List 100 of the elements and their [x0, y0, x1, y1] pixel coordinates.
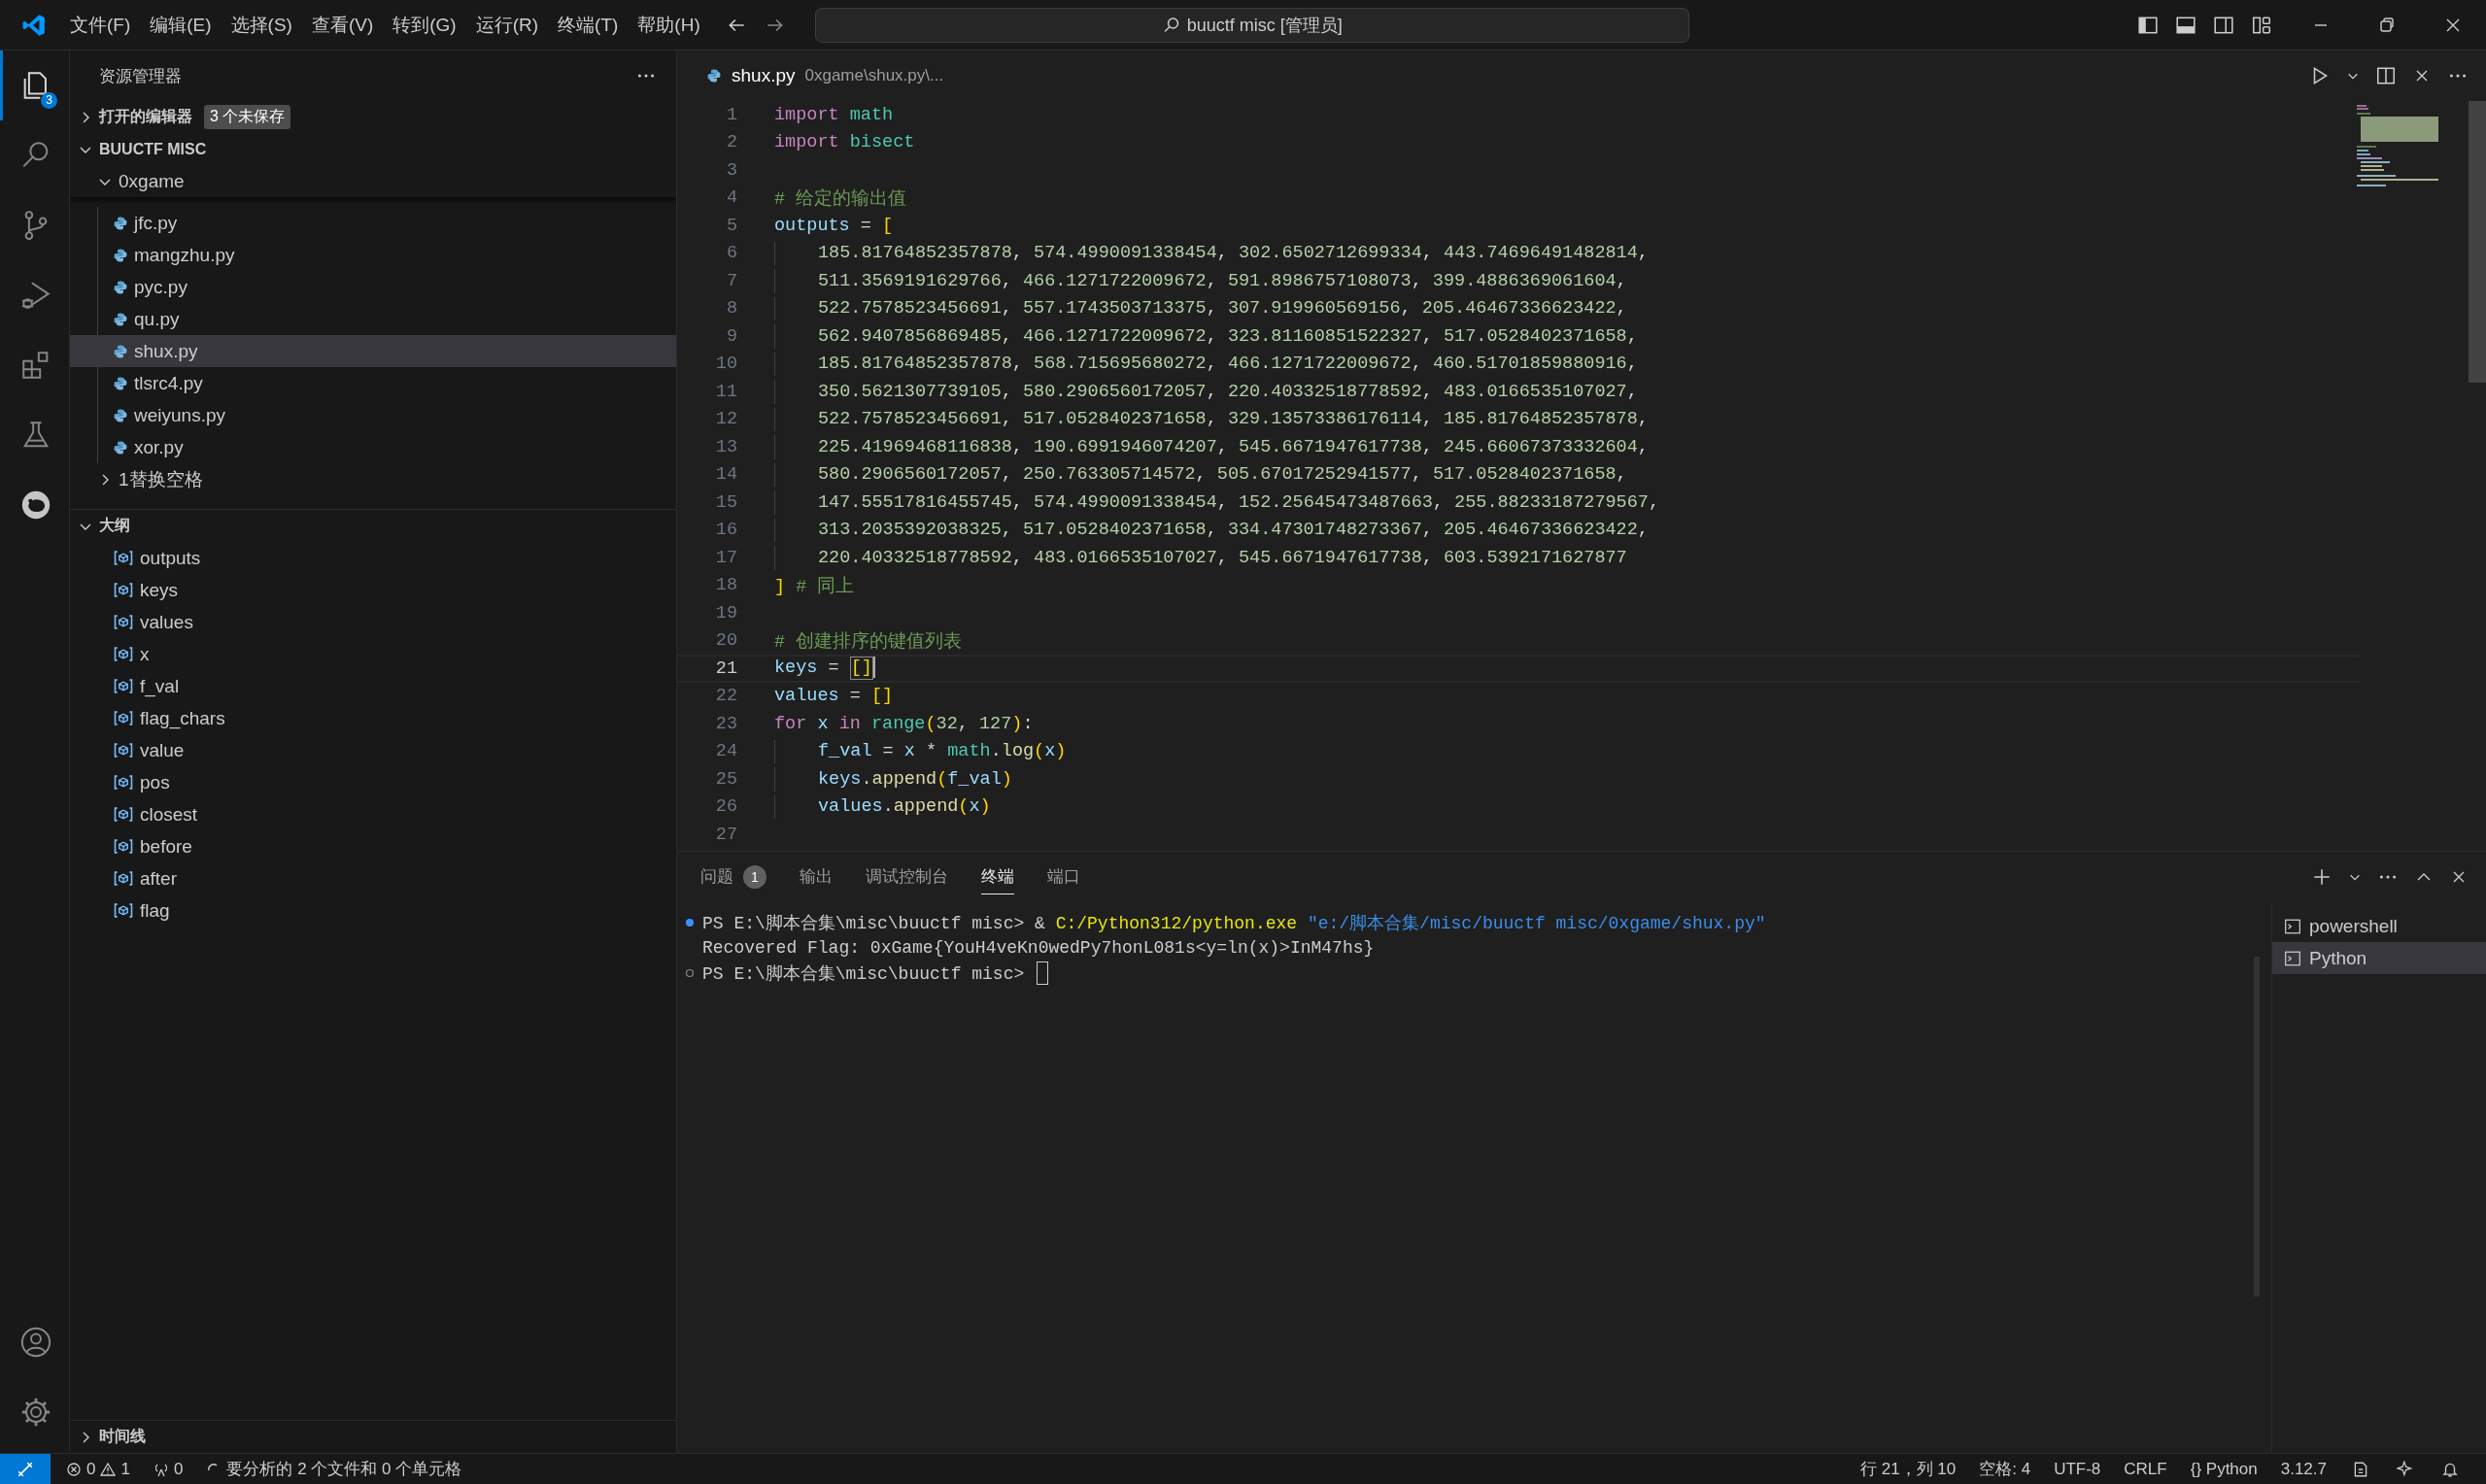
code-line: 220.40332518778592, 483.0166535107027, 545.6671947617738, 603.5392171627877: [818, 547, 1627, 568]
encoding-status[interactable]: UTF-8: [2046, 1459, 2109, 1479]
code-line: 350.5621307739105, 580.2906560172057, 220.40332518778592, 483.0166535107027,: [818, 381, 1638, 402]
code-line: 147.55517816455745, 574.4990091338454, 152.25645473487663, 255.88233187279567,: [818, 491, 1660, 513]
outline-item[interactable]: values: [70, 606, 676, 638]
terminal-line: Recovered Flag: 0xGame{YouH4veKn0wedPy7honL081s<y=ln(x)>InM47hs}: [702, 938, 1375, 958]
interpreter-version[interactable]: 3.12.7: [2272, 1459, 2334, 1479]
variable-icon: [113, 742, 134, 759]
code-line: values.append(x): [818, 796, 991, 818]
menu-item[interactable]: 查看(V): [303, 8, 382, 42]
outline-item[interactable]: flag_chars: [70, 702, 676, 734]
python-file-icon: [113, 439, 128, 455]
eol-status[interactable]: CRLF: [2116, 1459, 2175, 1479]
code-line: keys.append(f_val): [818, 768, 1012, 790]
outline-item[interactable]: closest: [70, 798, 676, 830]
menu-item[interactable]: 转到(G): [385, 8, 464, 42]
language-status[interactable]: {} Python: [2182, 1459, 2265, 1479]
cursor-position[interactable]: 行 21，列 10: [1852, 1458, 1964, 1480]
line-number: 14: [714, 464, 737, 486]
sidebar-title: 资源管理器: [99, 65, 182, 87]
line-number: 10: [714, 354, 737, 375]
account-icon[interactable]: [19, 1326, 52, 1359]
outline-item[interactable]: pos: [70, 766, 676, 798]
workspace-header[interactable]: BUUCTF MISC: [70, 133, 676, 165]
settings-icon[interactable]: [19, 1396, 52, 1429]
code-line: 185.81764852357878, 574.4990091338454, 302.6502712699334, 443.74696491482814,: [818, 243, 1649, 264]
outline-item[interactable]: x: [70, 638, 676, 670]
panel-tab[interactable]: 终端: [981, 860, 1014, 894]
line-number: 4: [725, 187, 737, 209]
outline-item[interactable]: outputs: [70, 542, 676, 574]
vscode-logo-icon: [21, 12, 47, 38]
code-line: keys = []: [774, 657, 875, 681]
panel-tab[interactable]: 问题 1: [700, 859, 766, 895]
menu-item[interactable]: 编辑(E): [142, 8, 220, 42]
remote-button[interactable]: [0, 1453, 51, 1484]
line-number: 21: [714, 658, 737, 679]
code-line: 562.9407856869485, 466.1271722009672, 323.81160851522327, 517.0528402371658,: [818, 325, 1638, 347]
outline-item[interactable]: after: [70, 862, 676, 894]
terminal-session[interactable]: powershell: [2272, 910, 2486, 942]
line-number: 11: [714, 381, 737, 402]
variable-icon: [113, 902, 134, 919]
outline-item[interactable]: value: [70, 734, 676, 766]
scrollbar[interactable]: [2469, 101, 2486, 383]
outline-item[interactable]: f_val: [70, 670, 676, 702]
folder-item[interactable]: 1替换空格: [70, 463, 676, 495]
section-label: 打开的编辑器: [99, 107, 192, 126]
folder-item[interactable]: 0xgame: [70, 165, 676, 197]
file-item[interactable]: tlsrc4.py: [70, 367, 676, 399]
indent-status[interactable]: 空格: 4: [1971, 1458, 2039, 1480]
variable-icon: [113, 550, 134, 566]
problems-status[interactable]: 0 1: [58, 1459, 138, 1479]
ports-status[interactable]: 0: [145, 1459, 191, 1479]
menu-item[interactable]: 帮助(H): [630, 8, 708, 42]
outline-item[interactable]: flag: [70, 894, 676, 927]
line-number: 13: [714, 436, 737, 457]
file-item[interactable]: pyc.py: [70, 271, 676, 303]
document-icon[interactable]: [2352, 1460, 2369, 1478]
code-line: outputs = [: [774, 215, 894, 236]
editor-tab[interactable]: shux.py 0xgame\shux.py\...: [706, 65, 944, 86]
line-number: 6: [725, 243, 737, 264]
line-number: 2: [725, 132, 737, 153]
panel-tab[interactable]: 调试控制台: [866, 860, 948, 894]
command-pending-icon[interactable]: [685, 968, 695, 978]
file-item[interactable]: jfc.py: [70, 207, 676, 239]
analysis-status[interactable]: 要分析的 2 个文件和 0 个单元格: [198, 1458, 470, 1480]
file-item[interactable]: mangzhu.py: [70, 239, 676, 271]
outline-header[interactable]: 大纲: [70, 510, 676, 542]
panel-tab[interactable]: 端口: [1047, 860, 1080, 894]
restore-icon[interactable]: [2377, 15, 2397, 35]
file-item[interactable]: qu.py: [70, 303, 676, 335]
menu-item[interactable]: 选择(S): [222, 8, 300, 42]
menu-item[interactable]: 运行(R): [467, 8, 547, 42]
file-item[interactable]: shux.py: [70, 335, 676, 367]
code-line: f_val = x * math.log(x): [818, 741, 1067, 762]
menu-item[interactable]: 文件(F): [62, 8, 139, 42]
command-success-icon[interactable]: [685, 918, 695, 928]
outline-item[interactable]: before: [70, 830, 676, 862]
command-center[interactable]: buuctf misc [管理员]: [814, 7, 1689, 43]
split-editor-icon[interactable]: [2375, 65, 2397, 86]
variable-icon: [113, 806, 134, 823]
sparkle-icon[interactable]: [2397, 1460, 2414, 1478]
notification-badge: 3: [41, 92, 57, 109]
code-line: ] # 同上: [774, 575, 855, 598]
section-header[interactable]: 打开的编辑器 3 个未保存: [70, 101, 676, 133]
variable-icon: [113, 614, 134, 630]
line-number: 20: [714, 630, 737, 652]
file-item[interactable]: weiyuns.py: [70, 399, 676, 431]
python-file-icon: [113, 215, 128, 231]
code-line: 313.2035392038325, 517.0528402371658, 334.47301748273367, 205.46467336623422,: [818, 520, 1649, 541]
plus-icon[interactable]: [2311, 866, 2333, 888]
panel-tab[interactable]: 输出: [800, 860, 833, 894]
line-number: 27: [714, 824, 737, 845]
outline-item[interactable]: keys: [70, 574, 676, 606]
variable-icon: [113, 838, 134, 855]
terminal-line: PS E:\脚本合集\misc\buuctf misc>: [702, 963, 1026, 985]
line-number: 5: [725, 215, 737, 236]
python-file-icon: [113, 247, 128, 263]
terminal-session[interactable]: Python: [2272, 942, 2486, 974]
menu-item[interactable]: 终端(T): [550, 8, 627, 42]
file-item[interactable]: xor.py: [70, 431, 676, 463]
